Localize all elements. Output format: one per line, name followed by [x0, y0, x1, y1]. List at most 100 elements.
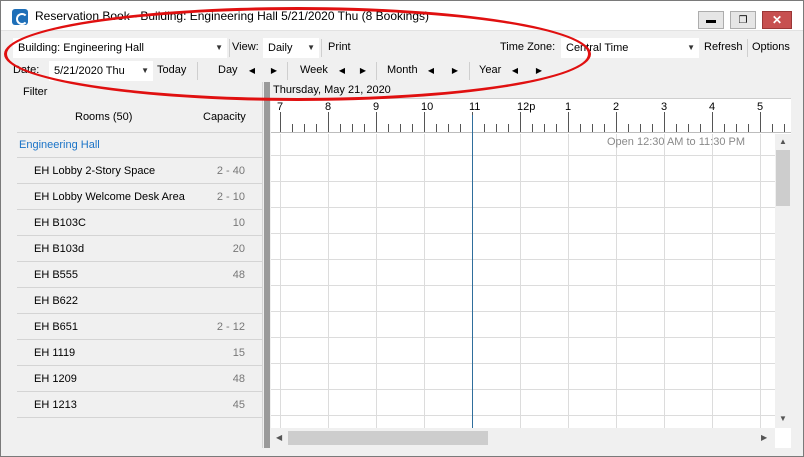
chevron-down-icon: ▼	[687, 43, 695, 52]
ruler-tick	[544, 124, 545, 132]
room-row[interactable]: EH B103d 20	[17, 235, 262, 261]
ruler-tick	[628, 124, 629, 132]
building-group-header[interactable]: Engineering Hall	[19, 139, 100, 151]
toolbar-separator	[747, 39, 748, 57]
room-capacity: 2 - 40	[216, 165, 245, 177]
view-dropdown-value: Daily	[268, 42, 293, 54]
toolbar-separator	[469, 62, 470, 80]
ruler-tick	[364, 124, 365, 132]
ruler-tick	[772, 124, 773, 132]
room-row[interactable]: EH B651 2 - 12	[17, 313, 262, 339]
horizontal-scrollbar[interactable]: ◀ ▶	[271, 428, 775, 448]
month-next-button[interactable]: ▶	[448, 63, 462, 78]
ruler-tick	[724, 124, 725, 132]
horizontal-scroll-thumb[interactable]	[288, 431, 488, 445]
ruler-tick	[520, 112, 521, 132]
room-name: EH Lobby Welcome Desk Area	[34, 191, 185, 203]
ruler-tick	[688, 124, 689, 132]
scroll-right-icon[interactable]: ▶	[761, 433, 767, 442]
toolbar-separator	[197, 62, 198, 80]
scroll-left-icon[interactable]: ◀	[276, 433, 282, 442]
ruler-tick	[604, 124, 605, 132]
today-button[interactable]: Today	[157, 64, 186, 76]
maximize-button[interactable]: ❐	[730, 11, 756, 29]
scroll-down-icon[interactable]: ▼	[779, 414, 787, 423]
ruler-tick	[340, 124, 341, 132]
schedule-panel: Thursday, May 21, 2020 7 8 9 10 11 12p 1 2 3 4 5 O…	[271, 82, 791, 448]
day-prev-button[interactable]: ◀	[245, 63, 259, 78]
current-time-line	[472, 115, 473, 428]
row-gridline	[271, 415, 775, 416]
ruler-tick	[352, 124, 353, 132]
room-row[interactable]: EH B103C 10	[17, 209, 262, 235]
scroll-up-icon[interactable]: ▲	[779, 137, 787, 146]
ruler-tick	[712, 112, 713, 132]
options-button[interactable]: Options	[752, 41, 790, 53]
room-row[interactable]	[17, 417, 262, 443]
minimize-button[interactable]: ▬	[698, 11, 724, 29]
hour-label: 10	[421, 101, 434, 113]
row-gridline	[271, 259, 775, 260]
close-button[interactable]: ✕	[762, 11, 792, 29]
hour-gridline	[376, 134, 377, 428]
year-next-button[interactable]: ▶	[532, 63, 546, 78]
hour-gridline	[424, 134, 425, 428]
timezone-dropdown-value: Central Time	[566, 42, 629, 54]
ruler-tick	[460, 124, 461, 132]
room-row[interactable]: EH 1119 15	[17, 339, 262, 365]
hour-gridline	[760, 134, 761, 428]
time-ruler: 7 8 9 10 11 12p 1 2 3 4 5	[271, 99, 791, 133]
room-capacity: 20	[232, 243, 245, 255]
room-capacity: 10	[232, 217, 245, 229]
month-nav-label: Month	[387, 64, 418, 76]
vertical-scroll-thumb[interactable]	[776, 150, 790, 206]
room-row[interactable]: EH 1209 48	[17, 365, 262, 391]
day-header: Thursday, May 21, 2020	[271, 82, 791, 99]
room-capacity: 48	[232, 269, 245, 281]
year-nav-label: Year	[479, 64, 502, 76]
panel-splitter[interactable]	[264, 82, 270, 448]
hour-gridline	[568, 134, 569, 428]
date-picker[interactable]: 5/21/2020 Thu ▼	[49, 61, 153, 81]
week-prev-button[interactable]: ◀	[335, 63, 349, 78]
view-dropdown[interactable]: Daily ▼	[263, 38, 319, 58]
print-button[interactable]: Print	[328, 41, 351, 53]
year-prev-button[interactable]: ◀	[508, 63, 522, 78]
timezone-dropdown[interactable]: Central Time ▼	[561, 38, 699, 58]
room-row[interactable]: EH Lobby 2-Story Space 2 - 40	[17, 157, 262, 183]
building-dropdown[interactable]: Building: Engineering Hall ▼	[13, 38, 227, 58]
refresh-button[interactable]: Refresh	[704, 41, 743, 53]
title-bar: Reservation Book - Building: Engineering…	[1, 1, 803, 31]
room-name: EH 1119	[34, 347, 76, 359]
hour-gridline	[520, 134, 521, 428]
room-name: EH B651	[34, 321, 79, 333]
filter-button[interactable]: Filter	[23, 86, 47, 98]
row-gridline	[271, 285, 775, 286]
ruler-tick	[580, 124, 581, 132]
week-next-button[interactable]: ▶	[356, 63, 370, 78]
ruler-tick	[484, 124, 485, 132]
day-header-text: Thursday, May 21, 2020	[273, 84, 391, 96]
row-gridline	[271, 233, 775, 234]
ruler-tick	[784, 124, 785, 132]
day-next-button[interactable]: ▶	[267, 63, 281, 78]
reservation-book-window: Reservation Book - Building: Engineering…	[0, 0, 804, 457]
schedule-grid[interactable]	[271, 134, 775, 428]
room-row[interactable]: EH B555 48	[17, 261, 262, 287]
hour-label: 11	[469, 101, 481, 113]
room-row[interactable]: EH Lobby Welcome Desk Area 2 - 10	[17, 183, 262, 209]
hour-gridline	[328, 134, 329, 428]
room-row[interactable]: EH B622	[17, 287, 262, 313]
capacity-column-header[interactable]: Capacity	[203, 111, 246, 123]
hour-gridline	[664, 134, 665, 428]
vertical-scrollbar[interactable]: ▲ ▼	[775, 134, 791, 428]
window-title: Reservation Book - Building: Engineering…	[35, 9, 430, 23]
ruler-tick	[280, 112, 281, 132]
ruler-tick	[700, 124, 701, 132]
rooms-column-header[interactable]: Rooms (50)	[75, 111, 132, 123]
month-prev-button[interactable]: ◀	[424, 63, 438, 78]
room-row[interactable]: EH 1213 45	[17, 391, 262, 417]
ruler-tick	[664, 112, 665, 132]
room-name: EH 1209	[34, 373, 77, 385]
hour-gridline	[616, 134, 617, 428]
